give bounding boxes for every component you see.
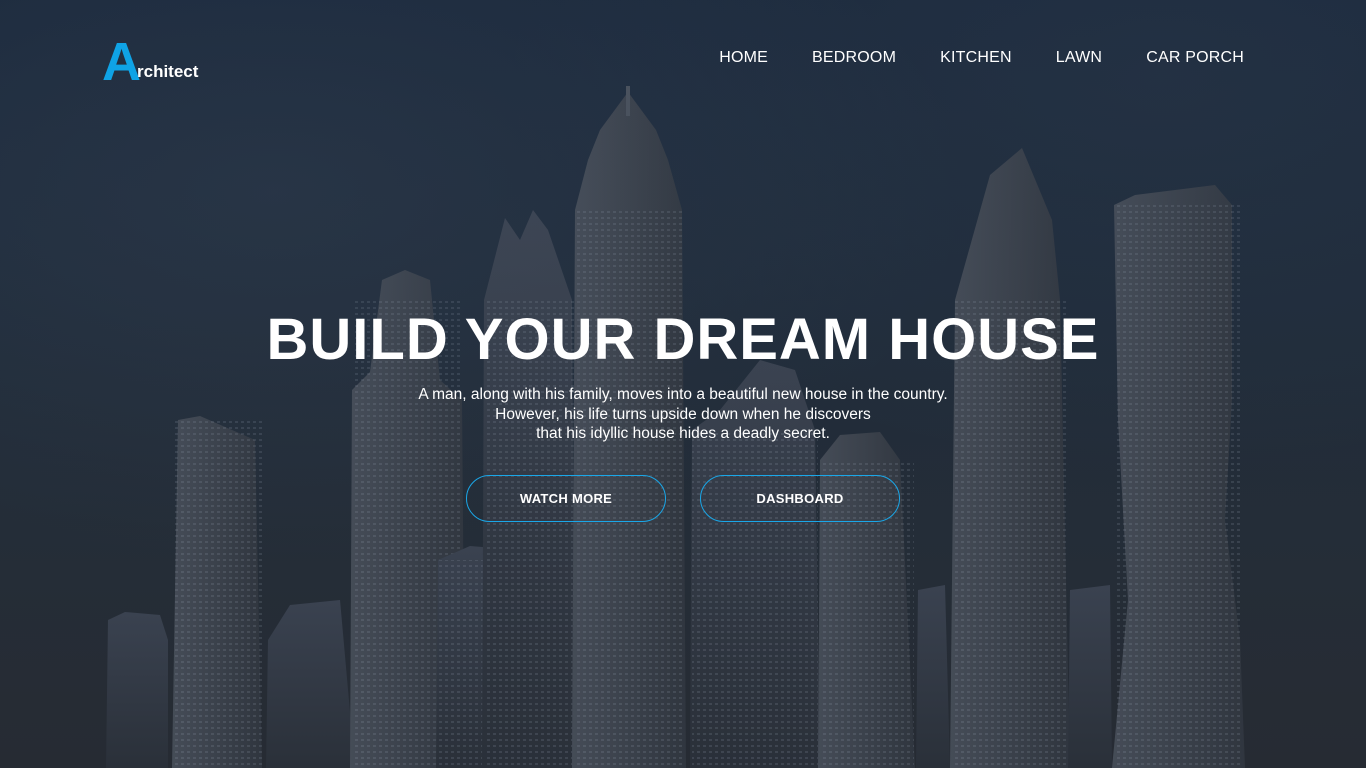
hero-title: BUILD YOUR DREAM HOUSE xyxy=(266,307,1100,372)
main-navigation: HOME BEDROOM KITCHEN LAWN CAR PORCH xyxy=(719,48,1244,70)
hero-description-line: A man, along with his family, moves into… xyxy=(418,386,948,403)
nav-item-bedroom[interactable]: BEDROOM xyxy=(812,48,896,70)
hero-description-line: However, his life turns upside down when… xyxy=(495,405,871,423)
hero-description-line: that his idyllic house hides a deadly se… xyxy=(536,425,830,442)
brand-logo[interactable]: A rchitect xyxy=(102,32,232,92)
city-skyline-background xyxy=(106,86,1245,768)
logo-letter: A xyxy=(102,32,141,92)
nav-item-car-porch[interactable]: CAR PORCH xyxy=(1146,48,1244,70)
hero-section xyxy=(0,0,1366,768)
dashboard-button[interactable]: DASHBOARD xyxy=(700,475,900,522)
nav-item-lawn[interactable]: LAWN xyxy=(1056,48,1102,70)
logo-text: rchitect xyxy=(137,62,199,81)
nav-item-home[interactable]: HOME xyxy=(719,48,768,70)
hero-description: A man, along with his family, moves into… xyxy=(0,385,1366,444)
watch-more-button[interactable]: WATCH MORE xyxy=(466,475,666,522)
nav-item-kitchen[interactable]: KITCHEN xyxy=(940,48,1012,70)
